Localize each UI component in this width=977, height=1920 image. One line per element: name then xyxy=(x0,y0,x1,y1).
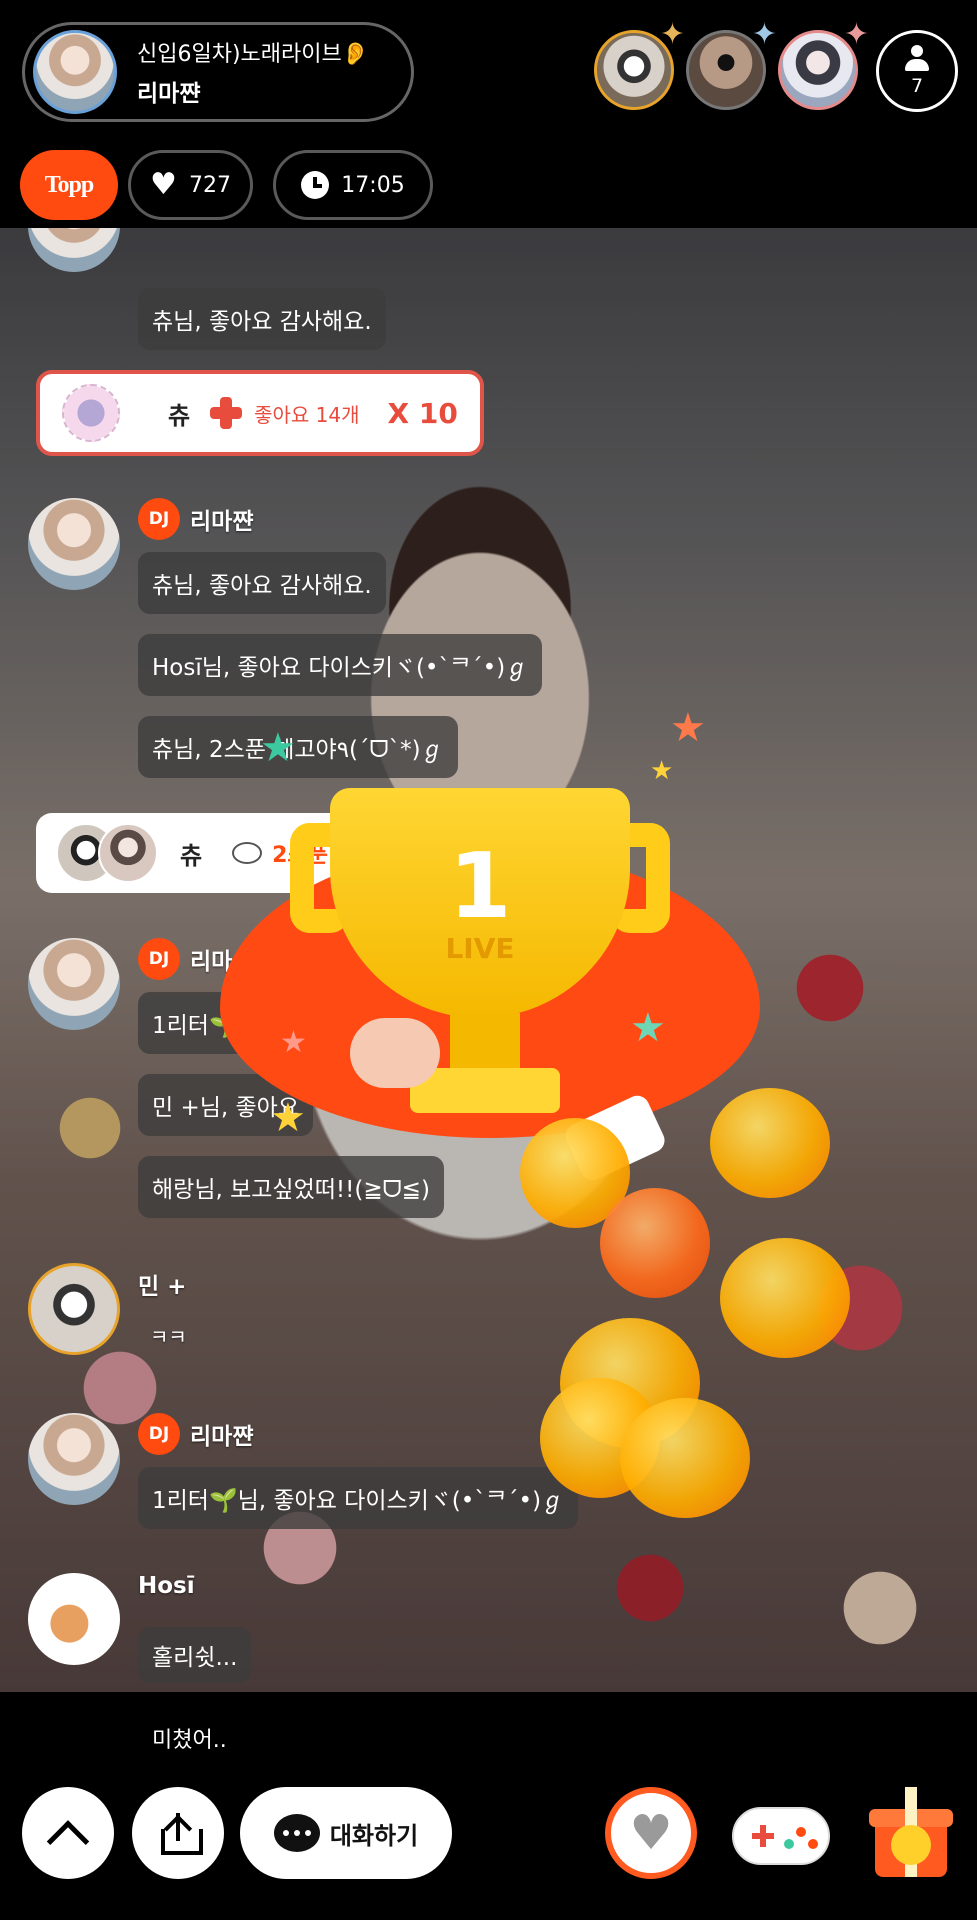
game-button[interactable] xyxy=(732,1797,830,1869)
trophy-label: LIVE xyxy=(445,931,515,965)
gift-heart xyxy=(891,1825,931,1865)
star-icon: ★ xyxy=(280,1025,307,1060)
chat-bubble: 1리터🌱님, 좋아요 다이스키ヾ(•`ᄏ´•)ℊ xyxy=(138,1467,579,1529)
top-viewer-avatar-3[interactable]: ✦ xyxy=(778,17,869,110)
chat-nickname[interactable]: 리마쨘 xyxy=(190,502,253,536)
trophy-rank: 1 xyxy=(448,833,512,939)
heart-icon: ♥ xyxy=(150,167,177,202)
star-icon: ★ xyxy=(650,756,674,786)
gift-sender: 츄 xyxy=(168,401,191,430)
elapsed-time: 17:05 xyxy=(341,172,405,198)
gamepad-icon xyxy=(732,1807,830,1865)
star-icon: ★ xyxy=(630,1005,666,1051)
clock-icon xyxy=(301,171,330,199)
chat-bubble: Hosī님, 좋아요 다이스키ヾ(•`ᄏ´•)ℊ xyxy=(138,634,543,696)
speech-bubble-icon xyxy=(273,1814,320,1852)
dj-badge: DJ xyxy=(138,1413,180,1455)
top-viewer-avatar-2[interactable]: ✦ xyxy=(686,17,777,110)
chat-message: ㅋㅋ xyxy=(150,1325,187,1349)
viewer-count-button[interactable]: 7 xyxy=(876,30,958,112)
hand-icon xyxy=(350,1018,440,1088)
chat-entry: Hosī 홀리쉿... xyxy=(0,1573,977,1692)
trophy-stem xyxy=(450,1013,520,1073)
floating-heart-icon xyxy=(710,1088,830,1198)
chat-button-label: 대화하기 xyxy=(329,1821,419,1850)
star-icon: ★ xyxy=(260,725,296,771)
wing-badge-icon: ✦ xyxy=(659,17,685,52)
scroll-up-button[interactable] xyxy=(22,1787,114,1879)
viewer-count: 7 xyxy=(910,75,924,97)
heart-frame-gift-icon xyxy=(62,384,120,442)
chat-entry: 츄님, 좋아요 감사해요. xyxy=(0,228,977,350)
gift-button[interactable] xyxy=(865,1787,957,1883)
chat-nickname[interactable]: 리마쨘 xyxy=(190,1417,253,1451)
elapsed-timer: 17:05 xyxy=(273,150,433,220)
likes-counter[interactable]: ♥ 727 xyxy=(128,150,253,220)
gift-item: 좋아요 14개 xyxy=(254,402,360,427)
share-button[interactable] xyxy=(132,1787,224,1879)
dj-badge: DJ xyxy=(138,938,180,980)
chat-bubble: 츄님, 좋아요 감사해요. xyxy=(138,552,386,614)
gamepad-dpad xyxy=(752,1825,774,1847)
gift-multiplier: X 10 xyxy=(387,396,458,430)
trophy-effect: 1 LIVE ★ ★ ★ ★ ★ ★ xyxy=(200,708,780,1188)
likes-count: 727 xyxy=(188,172,231,198)
trophy-base xyxy=(410,1068,560,1113)
wing-badge-icon: ✦ xyxy=(751,17,777,52)
stream-title: 신입6일차)노래라이브👂 xyxy=(137,42,370,67)
floating-heart-icon xyxy=(720,1238,850,1358)
chat-avatar[interactable] xyxy=(28,1413,120,1505)
host-info-pill[interactable]: 신입6일차)노래라이브👂 리마쨘 xyxy=(22,22,414,122)
chat-avatar[interactable] xyxy=(28,938,120,1030)
chat-bubble: 홀리쉿... xyxy=(138,1627,252,1683)
star-icon: ★ xyxy=(270,1095,306,1141)
topp-badge[interactable]: Topp xyxy=(20,150,118,220)
top-viewer-avatar-1[interactable]: ✦ xyxy=(594,17,685,110)
heart-icon: ♥ xyxy=(629,1805,673,1861)
gift-banner: 츄 좋아요 14개 X 10 xyxy=(36,370,484,456)
chat-avatar[interactable] xyxy=(28,1263,120,1355)
chat-nickname[interactable]: Hosī xyxy=(138,1573,195,1599)
host-avatar[interactable] xyxy=(33,30,117,114)
chat-avatar[interactable] xyxy=(28,1573,120,1665)
floating-heart-icon xyxy=(600,1188,710,1298)
chat-avatar[interactable] xyxy=(28,498,120,590)
chat-avatar[interactable] xyxy=(28,228,120,272)
person-icon xyxy=(902,45,932,71)
floating-heart-icon xyxy=(620,1398,750,1518)
share-icon xyxy=(158,1813,203,1855)
gift-avatars xyxy=(56,823,158,883)
plus-icon xyxy=(208,395,244,431)
chat-message: 미쳤어.. xyxy=(152,1728,227,1753)
host-name: 리마쨘 xyxy=(137,81,201,107)
chat-bubble: 츄님, 좋아요 감사해요. xyxy=(138,288,386,350)
live-video-stream[interactable]: 츄님, 좋아요 감사해요. 츄 좋아요 14개 X 10 DJ 리마쨘 츄님, … xyxy=(0,228,977,1692)
like-button[interactable]: ♥ xyxy=(605,1787,697,1879)
chat-entry: DJ 리마쨘 1리터🌱님, 좋아요 다이스키ヾ(•`ᄏ´•)ℊ xyxy=(0,1413,977,1543)
wing-badge-icon: ✦ xyxy=(843,17,869,52)
chevron-up-icon xyxy=(46,1820,90,1863)
dj-badge: DJ xyxy=(138,498,180,540)
star-icon: ★ xyxy=(670,705,706,751)
open-chat-button[interactable]: 대화하기 xyxy=(240,1787,452,1879)
gift-sender: 츄 xyxy=(180,841,203,870)
chat-nickname[interactable]: 민 + xyxy=(138,1267,186,1301)
